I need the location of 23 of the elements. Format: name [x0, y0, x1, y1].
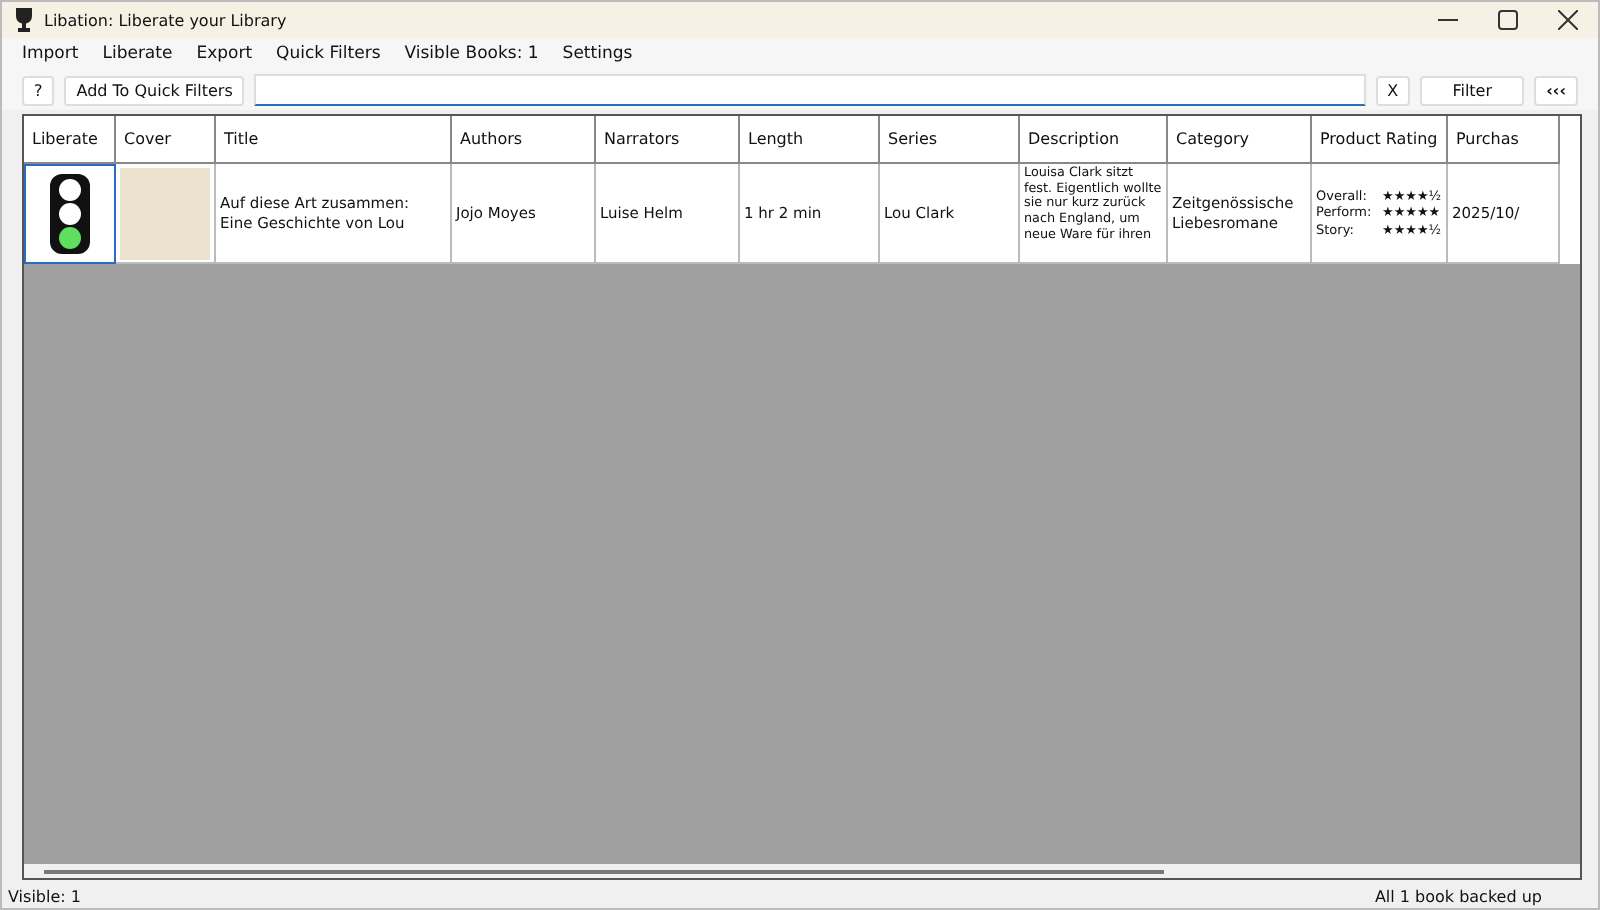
menu-item[interactable]: Settings [562, 44, 633, 64]
window-title: Libation: Liberate your Library [44, 11, 287, 29]
liberate-cell[interactable] [24, 164, 116, 264]
cover-photo-placeholder [120, 167, 210, 259]
menu-item[interactable]: Visible Books: 1 [404, 44, 539, 64]
traffic-light-icon [50, 174, 90, 254]
column-header[interactable]: Liberate [24, 116, 116, 164]
filter-button[interactable]: Filter [1420, 75, 1525, 105]
horizontal-scrollbar[interactable] [24, 864, 1580, 878]
status-text: All 1 book backed up [1374, 887, 1542, 905]
collapse-button[interactable]: ‹‹‹ [1534, 75, 1578, 105]
maximize-icon[interactable] [1498, 10, 1518, 30]
add-quick-filter-button[interactable]: Add To Quick Filters [64, 75, 245, 105]
menu-item[interactable]: Import [22, 44, 79, 64]
help-button[interactable]: ? [22, 75, 55, 105]
status-text: Visible: 1 [8, 887, 81, 905]
menu-item[interactable]: Quick Filters [276, 44, 381, 64]
close-icon[interactable] [1558, 10, 1578, 30]
filter-input-field[interactable] [254, 74, 1366, 106]
app-icon [14, 8, 34, 32]
clear-button[interactable]: X [1375, 75, 1411, 105]
menu-item[interactable]: Liberate [102, 44, 173, 64]
menu-item[interactable]: Export [196, 44, 253, 64]
